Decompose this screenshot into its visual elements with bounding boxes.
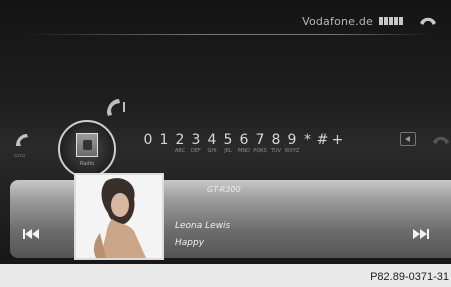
next-track-icon[interactable] xyxy=(411,229,429,239)
key-8[interactable]: 8 TUV xyxy=(268,132,284,154)
status-divider xyxy=(20,34,433,35)
key-plus[interactable]: + xyxy=(330,132,345,154)
handset-icon xyxy=(420,17,436,25)
key-9[interactable]: 9 WXYZ xyxy=(284,132,300,154)
key-5[interactable]: 5 JKL xyxy=(220,132,236,154)
key-1[interactable]: 1 xyxy=(156,132,172,154)
status-bar: Vodafone.de xyxy=(0,4,451,34)
number-keypad: 0 1 2 ABC 3 DEF 4 GHI 5 JKL 6 MNO 7 PQRS 8 TUV … xyxy=(140,132,345,154)
key-star[interactable]: * xyxy=(300,132,315,154)
key-7[interactable]: 7 PQRS xyxy=(252,132,268,154)
dial-row: ▭▭ Radio 0 1 2 ABC 3 DEF 4 GHI 5 JKL 6 MNO 7P… xyxy=(0,118,451,178)
key-3[interactable]: 3 DEF xyxy=(188,132,204,154)
album-art-portrait xyxy=(76,175,162,258)
phone-icon xyxy=(16,134,28,146)
album-cover xyxy=(74,173,164,260)
call-button-caption: ▭▭ xyxy=(14,152,26,159)
radio-source-button[interactable]: Radio xyxy=(58,120,116,178)
key-4[interactable]: 4 GHI xyxy=(204,132,220,154)
figure-code: P82.89-0371-31 xyxy=(370,271,449,283)
carrier-name: Vodafone.de xyxy=(302,15,373,28)
key-2[interactable]: 2 ABC xyxy=(172,132,188,154)
track-title: Happy xyxy=(175,238,205,248)
end-call-icon[interactable] xyxy=(432,132,450,148)
radio-icon xyxy=(76,133,98,157)
signal-strength-icon xyxy=(379,17,403,25)
dial-call-button[interactable]: ▭▭ xyxy=(14,132,34,166)
key-6[interactable]: 6 MNO xyxy=(236,132,252,154)
artist-name: Leona Lewis xyxy=(175,221,231,231)
station-name: GT-R300 xyxy=(207,185,241,194)
previous-track-icon[interactable] xyxy=(23,229,41,239)
call-list-icon[interactable] xyxy=(103,95,127,119)
backspace-button[interactable] xyxy=(400,132,416,146)
key-0[interactable]: 0 xyxy=(140,132,156,154)
radio-button-label: Radio xyxy=(79,161,95,167)
key-hash[interactable]: # xyxy=(315,132,330,154)
